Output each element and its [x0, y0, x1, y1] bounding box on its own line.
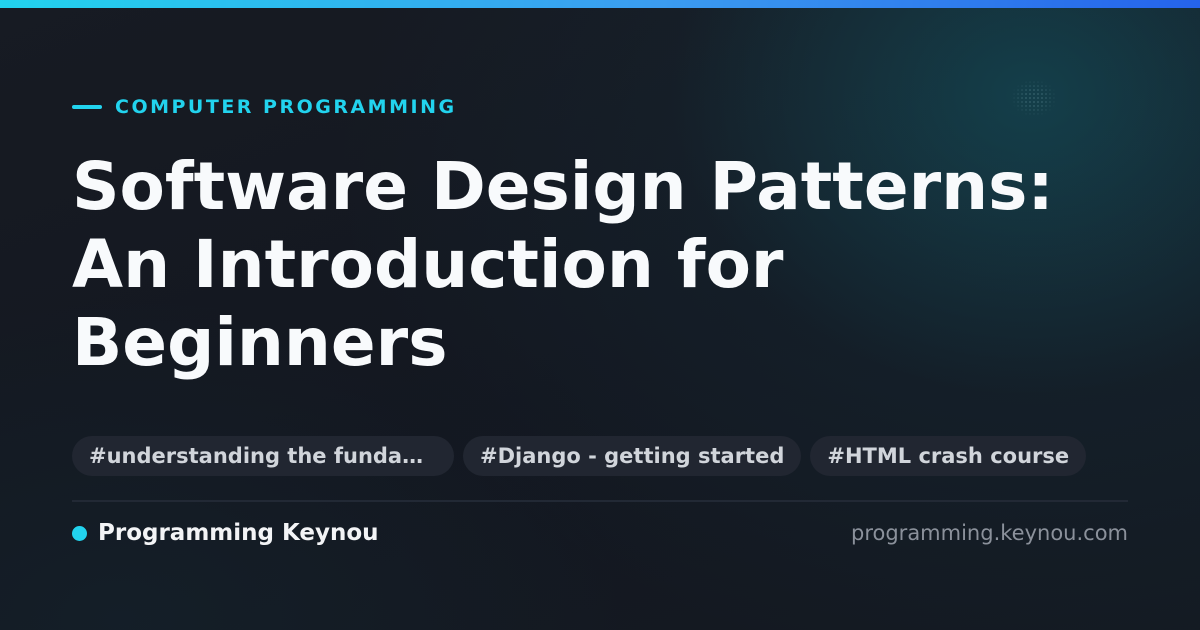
- tag-chip[interactable]: #understanding the fundamentals: [72, 436, 454, 476]
- tag-chip[interactable]: #HTML crash course: [810, 436, 1087, 476]
- tag-chip[interactable]: #Django - getting started: [463, 436, 802, 476]
- dot-pattern-decoration: [1012, 80, 1056, 116]
- brand-dot-icon: [72, 525, 87, 541]
- divider: [72, 500, 1128, 502]
- tag-list: #understanding the fundamentals #Django …: [72, 436, 1087, 476]
- site-name: Programming Keynou: [98, 520, 379, 546]
- site-brand: Programming Keynou: [72, 519, 379, 547]
- title-line: An Introduction for: [72, 226, 784, 303]
- title-line: Software Design Patterns:: [72, 148, 1054, 225]
- title-line: Beginners: [72, 304, 448, 381]
- category-label: COMPUTER PROGRAMMING: [72, 95, 457, 119]
- article-title: Software Design Patterns: An Introductio…: [72, 148, 1132, 382]
- accent-top-bar: [0, 0, 1200, 8]
- category-text: COMPUTER PROGRAMMING: [115, 96, 457, 118]
- site-url[interactable]: programming.keynou.com: [851, 519, 1128, 547]
- category-dash-icon: [72, 105, 102, 109]
